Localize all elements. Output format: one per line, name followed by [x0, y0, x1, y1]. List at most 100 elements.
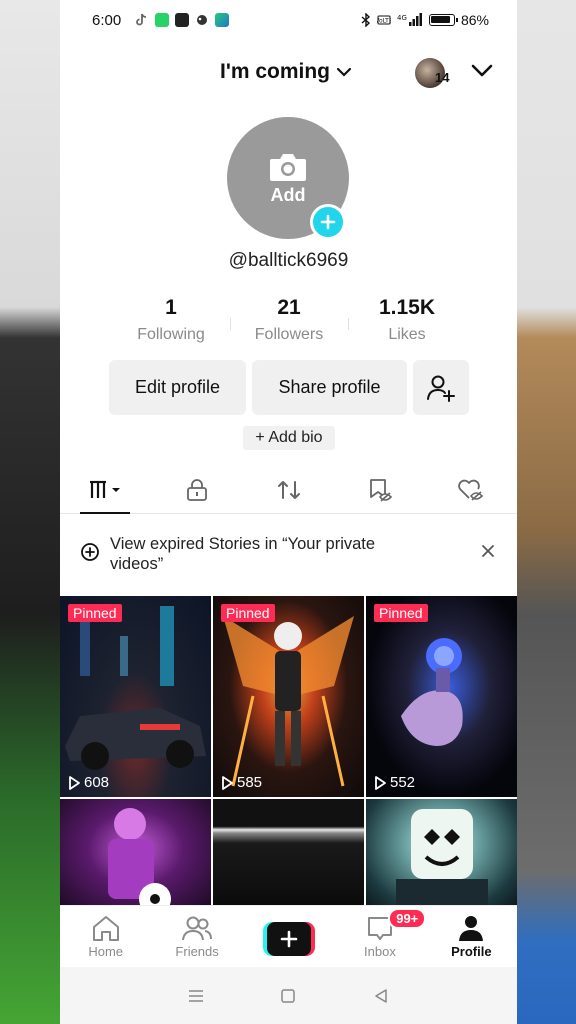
chevron-down-icon — [336, 67, 352, 77]
status-right: VoLTE 4G 86% — [361, 12, 489, 28]
more-chevron-icon[interactable] — [470, 62, 494, 80]
video-thumbnail[interactable] — [60, 799, 211, 909]
likes-label: Likes — [388, 326, 426, 343]
stat-following[interactable]: 1 Following — [112, 296, 230, 346]
plus-icon — [320, 214, 336, 230]
pinned-badge: Pinned — [374, 604, 428, 622]
battery-percentage: 86% — [460, 12, 489, 28]
expired-stories-banner[interactable]: View expired Stories in “Your private vi… — [60, 522, 517, 592]
tiktok-notification-icon — [136, 13, 147, 26]
followers-count: 21 — [277, 296, 301, 319]
camera-icon — [270, 153, 306, 181]
menu-icon[interactable] — [187, 988, 205, 1004]
plus-icon — [280, 930, 297, 948]
profile-icon — [459, 916, 484, 941]
car-thumbnail-art — [65, 606, 206, 770]
tab-private[interactable] — [151, 466, 242, 513]
following-label: Following — [137, 326, 205, 343]
video-thumbnail[interactable]: Pinned 608 — [60, 596, 211, 797]
content-tabs — [60, 466, 517, 514]
nav-inbox[interactable]: 99+ Inbox — [334, 906, 427, 967]
nav-home-label: Home — [88, 944, 124, 959]
network-type-label: 4G — [397, 14, 407, 22]
likes-count: 1.15K — [378, 296, 436, 319]
video-grid: Pinned 608 Pinned 585 Pinned 552 — [60, 596, 517, 909]
game-notification-icon — [197, 15, 208, 25]
avatar-add-label: Add — [270, 184, 306, 205]
view-count-value: 552 — [390, 774, 416, 791]
view-count: 608 — [68, 774, 109, 791]
nav-friends-label: Friends — [175, 944, 219, 959]
add-friends-button[interactable] — [413, 360, 469, 415]
back-icon[interactable] — [372, 987, 390, 1005]
battery-icon — [428, 14, 458, 26]
marshmello-thumbnail-art — [396, 809, 488, 909]
close-icon[interactable] — [481, 544, 495, 558]
play-icon — [69, 775, 80, 790]
story-add-icon — [81, 543, 99, 561]
liked-hidden-icon — [458, 479, 484, 501]
share-profile-button[interactable]: Share profile — [252, 360, 407, 415]
stat-divider — [348, 318, 349, 330]
pinned-badge: Pinned — [221, 604, 275, 622]
background-video-right — [517, 0, 576, 1024]
edit-profile-button[interactable]: Edit profile — [109, 360, 246, 415]
tab-favorites[interactable] — [334, 466, 425, 513]
video-thumbnail[interactable]: Pinned 552 — [366, 596, 517, 797]
video-thumbnail[interactable] — [366, 799, 517, 909]
profile-actions: Edit profile Share profile — [109, 360, 469, 415]
view-count-value: 585 — [237, 774, 263, 791]
play-icon — [375, 775, 386, 790]
hand-thumbnail-art — [401, 638, 463, 746]
account-name: I'm coming — [220, 60, 331, 83]
video-thumbnail[interactable] — [213, 799, 364, 909]
svg-text:VoLTE: VoLTE — [377, 18, 391, 25]
home-icon — [92, 916, 119, 941]
gallery-notification-icon — [215, 13, 230, 27]
home-square-icon[interactable] — [279, 987, 297, 1005]
tab-liked[interactable] — [426, 466, 517, 513]
following-count: 1 — [165, 296, 177, 319]
view-count: 552 — [374, 774, 415, 791]
favorites-hidden-icon — [370, 478, 393, 502]
profile-header: I'm coming 14 — [60, 52, 517, 96]
phone-screen: 6:00 VoLTE 4G 86% I'm coming 14 Add — [60, 0, 517, 1024]
background-video-left — [0, 0, 60, 1024]
profile-stats: 1 Following 21 Followers 1.15K Likes — [112, 296, 466, 346]
expired-stories-text: View expired Stories in “Your private vi… — [110, 535, 376, 573]
stat-likes[interactable]: 1.15K Likes — [348, 296, 466, 346]
signal-4g-icon: 4G — [397, 13, 422, 26]
create-plus-icon — [266, 922, 311, 956]
nav-profile[interactable]: Profile — [426, 906, 517, 967]
status-bar: 6:00 VoLTE 4G 86% — [60, 0, 517, 40]
videos-grid-icon — [89, 480, 120, 498]
add-user-icon — [427, 375, 455, 402]
app-notification-icon — [175, 13, 190, 27]
add-photo-plus-button[interactable] — [310, 204, 346, 240]
stat-followers[interactable]: 21 Followers — [230, 296, 348, 346]
system-navigation-bar — [60, 967, 517, 1024]
video-thumbnail[interactable]: Pinned 585 — [213, 596, 364, 797]
tab-reposts[interactable] — [243, 466, 334, 513]
view-count: 585 — [221, 774, 262, 791]
bottom-navigation: Home Friends 99+ Inbox Profile — [60, 905, 517, 967]
friends-icon — [182, 916, 213, 941]
add-bio-button[interactable]: + Add bio — [243, 426, 335, 450]
volte-icon: VoLTE — [377, 15, 391, 25]
winged-figure-thumbnail-art — [223, 616, 354, 787]
play-icon — [222, 775, 233, 790]
pinned-badge: Pinned — [68, 604, 122, 622]
nav-friends[interactable]: Friends — [151, 906, 242, 967]
followers-label: Followers — [254, 326, 324, 343]
notification-count-badge: 14 — [435, 70, 450, 85]
nav-profile-label: Profile — [451, 944, 492, 959]
tab-videos[interactable] — [60, 466, 151, 514]
notification-icons — [135, 13, 230, 27]
view-count-value: 608 — [84, 774, 110, 791]
stat-divider — [230, 318, 231, 330]
lock-icon — [187, 478, 208, 501]
nav-home[interactable]: Home — [60, 906, 151, 967]
create-button[interactable] — [262, 922, 315, 956]
nav-create[interactable] — [243, 906, 334, 967]
account-switcher[interactable]: I'm coming — [220, 60, 352, 84]
